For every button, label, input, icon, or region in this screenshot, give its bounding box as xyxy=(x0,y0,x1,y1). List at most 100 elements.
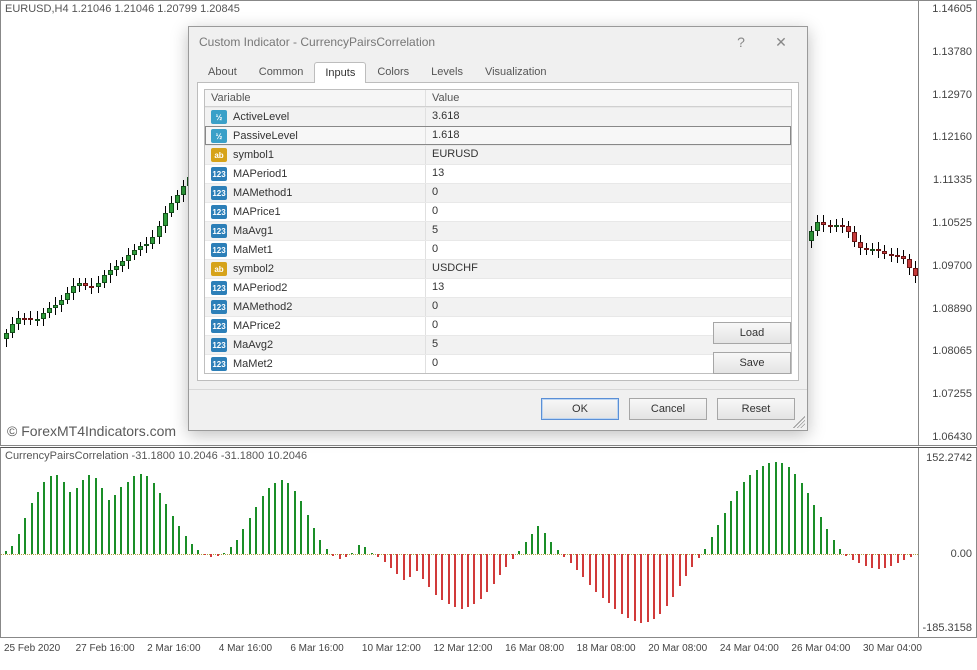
x-tick-label: 12 Mar 12:00 xyxy=(434,643,493,654)
type-icon: 123 xyxy=(211,205,227,219)
type-icon: 123 xyxy=(211,186,227,200)
indicator-subwindow[interactable]: CurrencyPairsCorrelation -31.1800 10.204… xyxy=(0,447,977,638)
y-tick-label: 1.12160 xyxy=(932,131,972,143)
y-tick-label: 1.06430 xyxy=(932,431,972,443)
variable-value[interactable]: 0 xyxy=(425,203,791,221)
type-icon: 123 xyxy=(211,281,227,295)
close-button[interactable]: ✕ xyxy=(761,31,801,53)
input-row[interactable]: ½ActiveLevel3.618 xyxy=(205,107,791,126)
x-tick-label: 25 Feb 2020 xyxy=(4,643,60,654)
inputs-grid[interactable]: Variable Value ½ActiveLevel3.618½Passive… xyxy=(204,89,792,374)
variable-value[interactable]: 1.618 xyxy=(425,127,791,145)
type-icon: ½ xyxy=(211,129,227,143)
load-button[interactable]: Load xyxy=(713,322,791,344)
variable-value[interactable]: 13 xyxy=(425,279,791,297)
watermark-label: © ForexMT4Indicators.com xyxy=(7,423,176,439)
type-icon: 123 xyxy=(211,167,227,181)
y-tick-label: 1.10525 xyxy=(932,217,972,229)
variable-name: symbol1 xyxy=(233,149,274,161)
type-icon: 123 xyxy=(211,243,227,257)
variable-value[interactable]: 13 xyxy=(425,165,791,183)
input-row[interactable]: 123 MAPeriod2 13 xyxy=(205,278,791,297)
help-button[interactable]: ? xyxy=(721,31,761,53)
input-row[interactable]: 123 MAPeriod1 13 xyxy=(205,164,791,183)
price-y-axis: 1.14605 1.13780 1.12970 1.12160 1.11335 1.105… xyxy=(918,1,976,445)
y-tick-label: -185.3158 xyxy=(922,622,972,634)
type-icon: 123 xyxy=(211,319,227,333)
cancel-button[interactable]: Cancel xyxy=(629,398,707,420)
y-tick-label: 1.08890 xyxy=(932,303,972,315)
variable-name: MaAvg1 xyxy=(233,225,273,237)
variable-name: MAMethod2 xyxy=(233,301,292,313)
variable-value[interactable]: EURUSD xyxy=(425,146,791,164)
variable-value[interactable]: USDCHF xyxy=(425,260,791,278)
input-row[interactable]: 123 MAMethod2 0 xyxy=(205,297,791,316)
input-row[interactable]: ab symbol2 USDCHF xyxy=(205,259,791,278)
col-header-value[interactable]: Value xyxy=(425,90,791,106)
input-row[interactable]: 123MaMet20 xyxy=(205,354,791,373)
grid-header: Variable Value xyxy=(205,90,791,107)
ok-button[interactable]: OK xyxy=(541,398,619,420)
x-tick-label: 2 Mar 16:00 xyxy=(147,643,200,654)
col-header-variable[interactable]: Variable xyxy=(205,90,425,106)
reset-button[interactable]: Reset xyxy=(717,398,795,420)
x-tick-label: 18 Mar 08:00 xyxy=(577,643,636,654)
y-tick-label: 1.11335 xyxy=(933,174,972,186)
tab-inputs[interactable]: Inputs xyxy=(314,62,366,83)
tab-common[interactable]: Common xyxy=(248,61,315,82)
variable-value[interactable]: 0 xyxy=(425,298,791,316)
variable-name: MAPeriod1 xyxy=(233,168,287,180)
y-tick-label: 1.14605 xyxy=(932,3,972,15)
variable-value[interactable]: 5 xyxy=(425,222,791,240)
y-tick-label: 152.2742 xyxy=(926,452,972,464)
dialog-tabs: AboutCommonInputsColorsLevelsVisualizati… xyxy=(189,57,807,82)
tab-about[interactable]: About xyxy=(197,61,248,82)
input-row[interactable]: 123 MaAvg1 5 xyxy=(205,221,791,240)
variable-name: MaMet2 xyxy=(233,358,273,370)
variable-name: MAMethod1 xyxy=(233,187,292,199)
tab-visualization[interactable]: Visualization xyxy=(474,61,558,82)
variable-value[interactable]: 3.618 xyxy=(425,108,791,126)
indicator-histogram xyxy=(1,448,918,637)
input-row[interactable]: 123MAPrice10 xyxy=(205,202,791,221)
type-icon: 123 xyxy=(211,224,227,238)
type-icon: 123 xyxy=(211,338,227,352)
variable-name: symbol2 xyxy=(233,263,274,275)
x-tick-label: 6 Mar 16:00 xyxy=(290,643,343,654)
time-x-axis: 25 Feb 202027 Feb 16:002 Mar 16:004 Mar … xyxy=(0,638,977,670)
x-tick-label: 16 Mar 08:00 xyxy=(505,643,564,654)
type-icon: ½ xyxy=(211,110,227,124)
input-row[interactable]: 123 MaMet1 0 xyxy=(205,240,791,259)
y-tick-label: 1.09700 xyxy=(932,260,972,272)
type-icon: 123 xyxy=(211,357,227,371)
indicator-properties-dialog[interactable]: Custom Indicator - CurrencyPairsCorrelat… xyxy=(188,26,808,431)
tab-colors[interactable]: Colors xyxy=(366,61,420,82)
zero-level-line xyxy=(1,554,918,555)
input-row[interactable]: ab symbol1 EURUSD xyxy=(205,145,791,164)
input-row[interactable]: 123 MAMethod1 0 xyxy=(205,183,791,202)
y-tick-label: 0.00 xyxy=(951,548,972,560)
variable-name: MAPrice2 xyxy=(233,320,281,332)
y-tick-label: 1.08065 xyxy=(932,345,972,357)
input-row[interactable]: 123MAPrice20 xyxy=(205,316,791,335)
dialog-title: Custom Indicator - CurrencyPairsCorrelat… xyxy=(199,35,721,49)
variable-name: MaMet1 xyxy=(233,244,273,256)
type-icon: ab xyxy=(211,148,227,162)
dialog-titlebar[interactable]: Custom Indicator - CurrencyPairsCorrelat… xyxy=(189,27,807,57)
resize-grip-icon[interactable] xyxy=(793,416,805,428)
variable-value[interactable]: 0 xyxy=(425,241,791,259)
x-tick-label: 26 Mar 04:00 xyxy=(791,643,850,654)
variable-name: MAPeriod2 xyxy=(233,282,287,294)
y-tick-label: 1.13780 xyxy=(932,46,972,58)
type-icon: ab xyxy=(211,262,227,276)
indicator-y-axis: 152.2742 0.00 -185.3158 xyxy=(918,448,976,637)
variable-value[interactable]: 0 xyxy=(425,184,791,202)
save-button[interactable]: Save xyxy=(713,352,791,374)
input-row[interactable]: 123MaAvg25 xyxy=(205,335,791,354)
input-row[interactable]: ½PassiveLevel1.618 xyxy=(205,126,791,145)
x-tick-label: 10 Mar 12:00 xyxy=(362,643,421,654)
tab-levels[interactable]: Levels xyxy=(420,61,474,82)
y-tick-label: 1.12970 xyxy=(932,89,972,101)
x-tick-label: 20 Mar 08:00 xyxy=(648,643,707,654)
type-icon: 123 xyxy=(211,300,227,314)
